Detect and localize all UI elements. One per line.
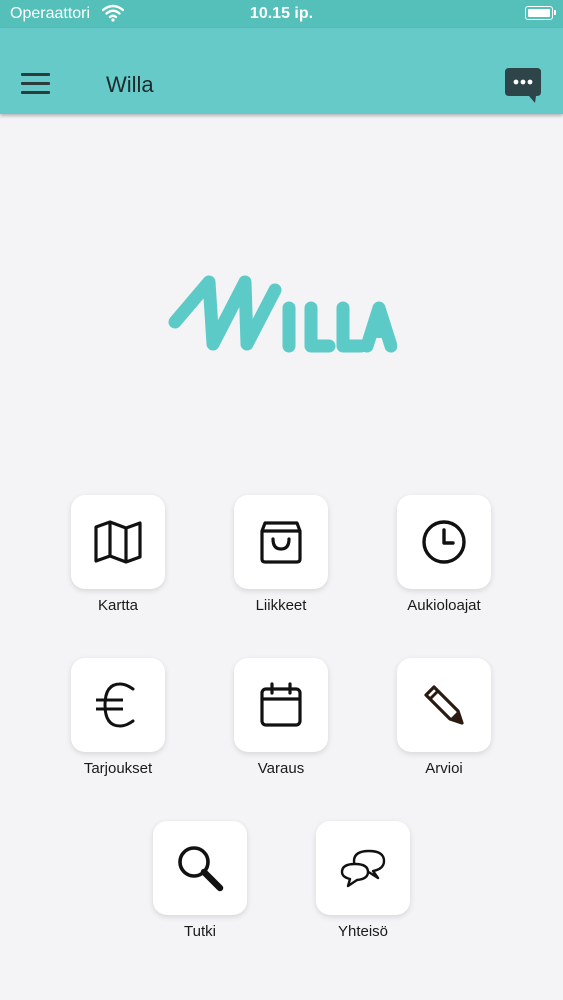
battery-icon [525, 6, 556, 20]
speech-bubbles-icon [340, 849, 386, 888]
tutki-button[interactable] [153, 821, 247, 915]
arvioi-label: Arvioi [425, 760, 463, 777]
menu-tile-tarjoukset[interactable]: Tarjoukset [33, 658, 203, 777]
tutki-label: Tutki [184, 923, 216, 940]
page-title: Willa [106, 72, 154, 97]
pencil-icon [424, 685, 464, 725]
aukioloajat-button[interactable] [397, 495, 491, 589]
chat-bubble-icon[interactable] [504, 66, 542, 104]
kartta-label: Kartta [97, 597, 139, 614]
status-bar: Operaattori 10.15 ip. [0, 0, 563, 28]
menu-button[interactable] [21, 73, 50, 95]
app-bar: Willa [0, 28, 563, 114]
willa-logo [168, 275, 397, 353]
menu-tile-arvioi[interactable]: Arvioi [359, 658, 529, 777]
hamburger-icon-line [21, 91, 50, 94]
tarjoukset-button[interactable] [71, 658, 165, 752]
menu-tile-tutki[interactable]: Tutki [115, 821, 285, 940]
menu-tile-yhteiso[interactable]: Yhteisö [278, 821, 448, 940]
clock-icon [422, 520, 466, 564]
menu-tile-kartta[interactable]: Kartta [33, 495, 203, 614]
yhteiso-button[interactable] [316, 821, 410, 915]
shopping-bag-icon [260, 521, 302, 564]
varaus-button[interactable] [234, 658, 328, 752]
menu-tile-aukioloajat[interactable]: Aukioloajat [359, 495, 529, 614]
kartta-button[interactable] [71, 495, 165, 589]
varaus-label: Varaus [257, 760, 305, 777]
map-icon [94, 520, 142, 564]
search-icon [178, 846, 224, 892]
status-time: 10.15 ip. [249, 5, 314, 22]
hamburger-icon-line [21, 82, 50, 85]
euro-icon [96, 682, 135, 728]
yhteiso-label: Yhteisö [337, 923, 389, 940]
menu-tile-liikkeet[interactable]: Liikkeet [196, 495, 366, 614]
menu-tile-varaus[interactable]: Varaus [196, 658, 366, 777]
tarjoukset-label: Tarjoukset [83, 760, 153, 777]
aukioloajat-label: Aukioloajat [407, 597, 481, 614]
arvioi-button[interactable] [397, 658, 491, 752]
liikkeet-button[interactable] [234, 495, 328, 589]
liikkeet-label: Liikkeet [255, 597, 307, 614]
hamburger-icon [21, 73, 50, 76]
calendar-icon [260, 682, 302, 727]
